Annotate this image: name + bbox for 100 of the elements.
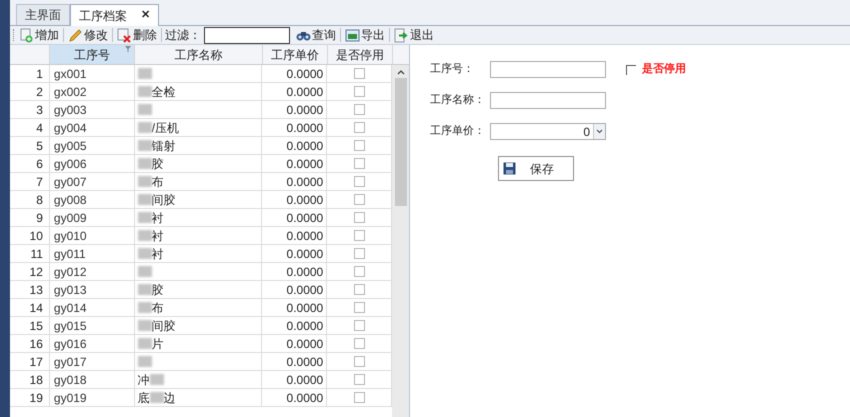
table-cell-text: 冲 <box>138 372 150 388</box>
toolbar-button[interactable]: 增加 <box>18 26 60 44</box>
row-number: 5 <box>36 138 43 154</box>
row-number: 4 <box>36 120 43 136</box>
input-field[interactable] <box>490 61 606 78</box>
column-header[interactable]: 是否停用 <box>328 45 393 64</box>
blurred-text <box>138 140 152 151</box>
table-cell-text: gy013 <box>54 282 87 298</box>
blurred-text <box>138 248 152 259</box>
checkbox[interactable] <box>354 176 365 187</box>
table-cell-text: 0.0000 <box>286 228 324 244</box>
toolbar-button[interactable]: 退出 <box>393 26 435 44</box>
row-number: 2 <box>36 84 43 100</box>
blurred-text <box>138 176 152 187</box>
table-cell-text: 全检 <box>152 84 176 100</box>
blurred-text <box>138 320 152 331</box>
table-cell-text: 0.0000 <box>286 354 324 370</box>
row-number: 8 <box>36 192 43 208</box>
table-cell-text: 间胶 <box>152 318 176 334</box>
input-field[interactable] <box>490 92 606 109</box>
table-cell-text: gy018 <box>54 372 87 388</box>
table-cell-text: 布 <box>152 174 164 190</box>
table-cell-text: 0.0000 <box>286 282 324 298</box>
table-cell-text: gy004 <box>54 120 87 136</box>
scrollbar[interactable] <box>392 65 409 417</box>
table-cell-text: gy007 <box>54 174 87 190</box>
row-number: 6 <box>36 156 43 172</box>
number-field[interactable]: 0 <box>490 123 606 140</box>
row-number: 3 <box>36 102 43 118</box>
table-cell-text: gx001 <box>54 66 87 82</box>
table-cell-text: gx002 <box>54 84 87 100</box>
toolbar-button[interactable]: 删除 <box>116 26 158 44</box>
field-label: 工序名称： <box>430 92 486 108</box>
checkbox[interactable] <box>354 158 365 169</box>
scroll-up-icon[interactable] <box>396 69 405 75</box>
table-cell-text: gy009 <box>54 210 87 226</box>
field-label: 工序号： <box>430 62 475 78</box>
dropdown-icon[interactable] <box>593 124 605 139</box>
table-cell-text: gy015 <box>54 318 87 334</box>
row-number: 13 <box>30 282 43 298</box>
toolbar-button[interactable]: 查询 <box>295 26 337 44</box>
row-number: 1 <box>36 66 43 82</box>
checkbox[interactable] <box>354 284 365 295</box>
checkbox[interactable] <box>354 68 365 79</box>
table-cell-text: 衬 <box>152 210 164 226</box>
table-cell-text: gy003 <box>54 102 87 118</box>
row-number: 7 <box>36 174 43 190</box>
table-cell-text: 0.0000 <box>286 210 324 226</box>
checkbox[interactable] <box>354 374 365 385</box>
checkbox[interactable] <box>354 230 365 241</box>
checkbox[interactable] <box>354 320 365 331</box>
checkbox[interactable] <box>354 104 365 115</box>
table-cell-text: gy019 <box>54 390 87 406</box>
table-cell-text: 衬 <box>152 228 164 244</box>
table-cell-text: 胶 <box>152 156 164 172</box>
checkbox[interactable] <box>354 248 365 259</box>
table-cell-text: 0.0000 <box>286 372 324 388</box>
blurred-text <box>138 68 152 79</box>
table-cell-text: gy005 <box>54 138 87 154</box>
filter-input[interactable] <box>204 26 290 44</box>
checkbox[interactable] <box>354 392 365 403</box>
tab[interactable]: 工序档案 ✕ <box>70 4 159 26</box>
scroll-thumb[interactable] <box>394 78 407 206</box>
table-cell-text: 胶 <box>152 282 164 298</box>
blurred-text <box>138 86 152 97</box>
table-cell-text: 0.0000 <box>286 192 324 208</box>
checkbox[interactable] <box>354 302 365 313</box>
checkbox[interactable] <box>354 194 365 205</box>
table-cell-text: 片 <box>152 336 164 352</box>
checkbox[interactable] <box>354 212 365 223</box>
row-number: 19 <box>30 390 43 406</box>
toolbar-button[interactable]: 修改 <box>67 26 109 44</box>
table-cell-text: 0.0000 <box>286 120 324 136</box>
row-number: 18 <box>30 372 43 388</box>
checkbox[interactable] <box>354 266 365 277</box>
column-header[interactable]: 工序号 <box>50 45 135 64</box>
checkbox[interactable] <box>354 140 365 151</box>
table-cell-text: 0.0000 <box>286 318 324 334</box>
row-number: 11 <box>30 246 43 262</box>
blurred-text <box>138 284 152 295</box>
row-number: 16 <box>30 336 43 352</box>
export-icon <box>345 28 360 42</box>
blurred-text <box>150 374 164 385</box>
toolbar-button[interactable]: 导出 <box>344 26 386 44</box>
row-number: 10 <box>30 228 43 244</box>
close-icon[interactable]: ✕ <box>141 7 150 24</box>
blurred-text <box>138 212 152 223</box>
checkbox-label: 是否停用 <box>642 62 686 78</box>
tab[interactable]: 主界面 <box>16 4 70 25</box>
blurred-text <box>138 338 152 349</box>
checkbox[interactable] <box>354 356 365 367</box>
column-header[interactable]: 工序名称 <box>135 45 263 64</box>
filter-label: 过滤： <box>165 27 201 44</box>
checkbox[interactable] <box>354 86 365 97</box>
row-number: 17 <box>30 354 43 370</box>
save-button[interactable]: 保存 <box>498 156 574 181</box>
checkbox[interactable] <box>354 122 365 133</box>
column-header[interactable]: 工序单价 <box>263 45 328 64</box>
checkbox[interactable] <box>354 338 365 349</box>
table-cell-text: 布 <box>152 300 164 316</box>
